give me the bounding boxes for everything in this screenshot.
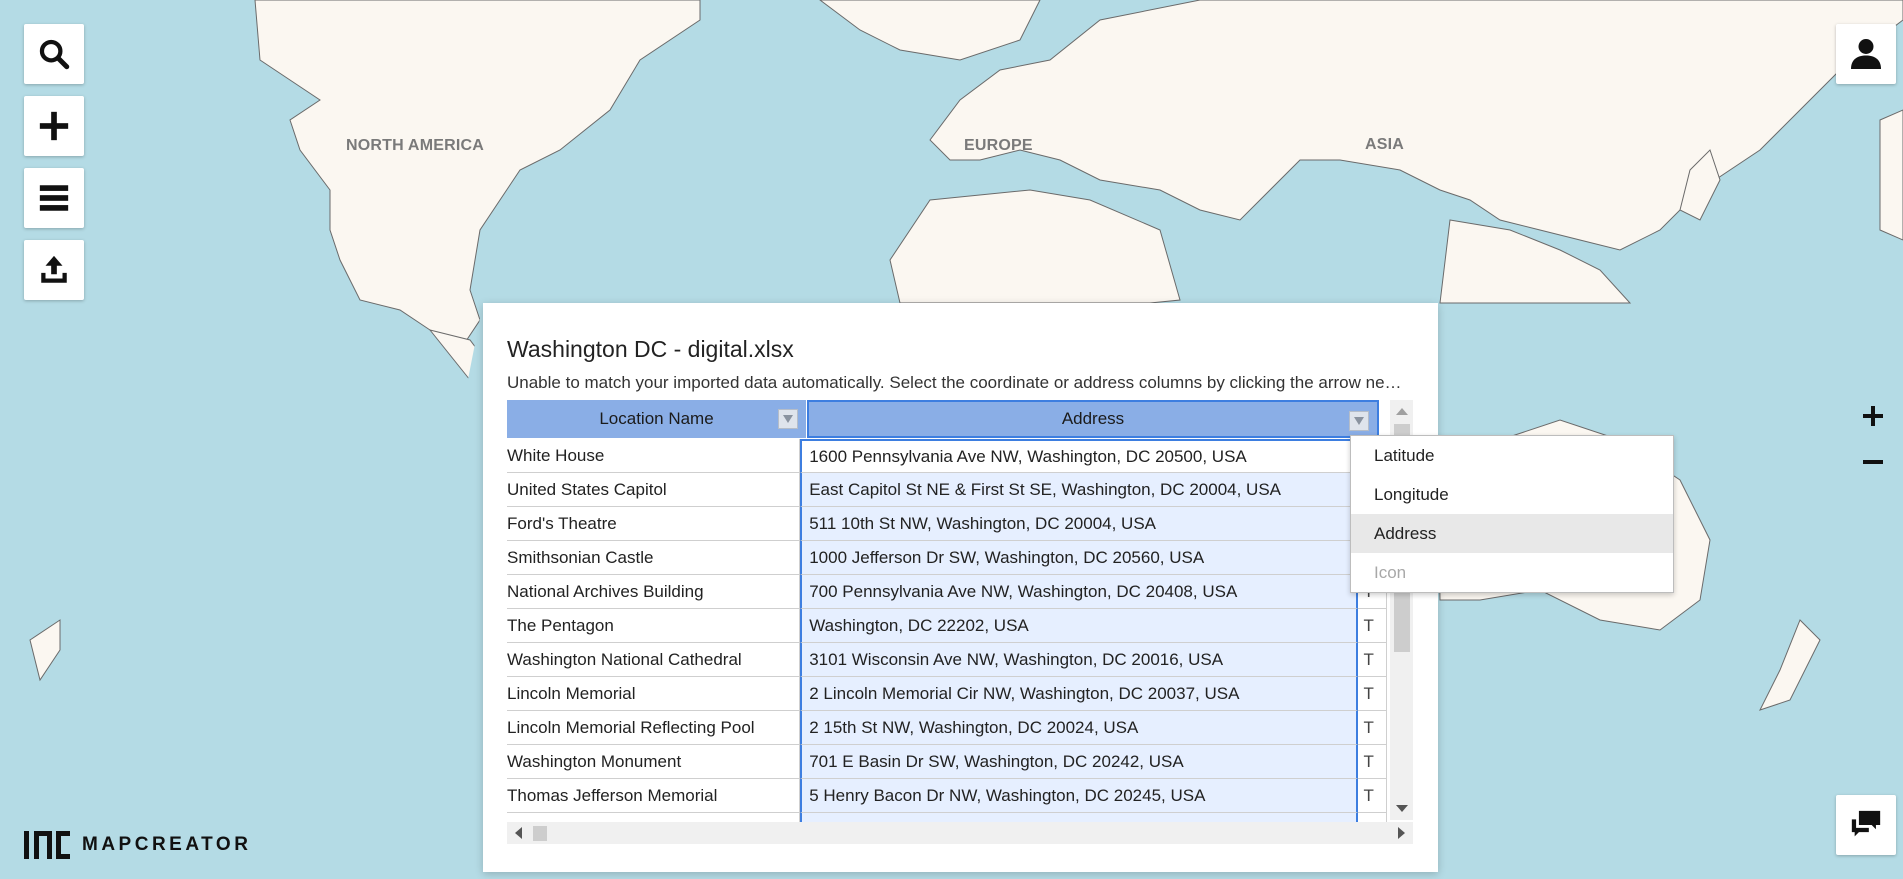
- cell-address[interactable]: 1000 Jefferson Dr SW, Washington, DC 205…: [800, 541, 1358, 575]
- table-row[interactable]: Lincoln Memorial Reflecting Pool 2 15th …: [507, 711, 1388, 745]
- cell-address[interactable]: 511 10th St NW, Washington, DC 20004, US…: [800, 507, 1358, 541]
- menu-item-latitude[interactable]: Latitude: [1351, 436, 1673, 475]
- column-header-label: Address: [1061, 409, 1125, 428]
- layers-icon: [39, 185, 69, 211]
- layers-button[interactable]: [24, 168, 84, 228]
- cell-location-name[interactable]: Washington National Cathedral: [507, 643, 801, 677]
- column-type-menu: Latitude Longitude Address Icon: [1350, 435, 1674, 593]
- zoom-out-button[interactable]: [1858, 447, 1888, 477]
- cell-location-name[interactable]: Lincoln Memorial: [507, 677, 801, 711]
- table-row[interactable]: Washington National Cathedral 3101 Wisco…: [507, 643, 1388, 677]
- cell-address[interactable]: 5 Henry Bacon Dr NW, Washington, DC 2024…: [800, 779, 1358, 813]
- table-row[interactable]: National Archives Building 700 Pennsylva…: [507, 575, 1388, 609]
- cell-location-name[interactable]: Ford's Theatre: [507, 507, 801, 541]
- table-row[interactable]: Smithsonian Castle 1000 Jefferson Dr SW,…: [507, 541, 1388, 575]
- cell-location-name[interactable]: United States Capitol: [507, 473, 801, 507]
- cell-address[interactable]: East Capitol St NE & First St SE, Washin…: [800, 473, 1358, 507]
- cell-location-name[interactable]: Thomas Jefferson Memorial: [507, 779, 801, 813]
- table-row[interactable]: Ford's Theatre 511 10th St NW, Washingto…: [507, 507, 1388, 541]
- mapcreator-logo-icon: [24, 831, 70, 859]
- continent-label: EUROPE: [964, 137, 1033, 154]
- cell-address[interactable]: 2 15th St NW, Washington, DC 20024, USA: [800, 711, 1358, 745]
- cell-location-name[interactable]: White House: [507, 439, 801, 473]
- cell-extra[interactable]: T: [1357, 711, 1388, 745]
- chat-button[interactable]: [1836, 795, 1896, 855]
- scroll-down-arrow-icon[interactable]: [1396, 805, 1408, 812]
- cell-address[interactable]: Washington, DC 22202, USA: [800, 609, 1358, 643]
- column-header-label: Location Name: [599, 409, 714, 428]
- plus-icon: [1863, 406, 1883, 426]
- scroll-up-arrow-icon[interactable]: [1396, 408, 1408, 415]
- plus-icon: [39, 111, 69, 141]
- cell-address[interactable]: 701 E Basin Dr SW, Washington, DC 20242,…: [800, 745, 1358, 779]
- cell-location-name[interactable]: Lincoln Memorial Reflecting Pool: [507, 711, 801, 745]
- continent-label: ASIA: [1365, 136, 1405, 153]
- cell-address[interactable]: 1600 Pennsylvania Ave NW, Washington, DC…: [800, 439, 1358, 473]
- table-row[interactable]: Thomas Jefferson Memorial 5 Henry Bacon …: [507, 779, 1388, 813]
- dialog-message: Unable to match your imported data autom…: [507, 373, 1407, 392]
- column-header-location-name[interactable]: Location Name: [507, 400, 807, 438]
- menu-item-longitude[interactable]: Longitude: [1351, 475, 1673, 514]
- column-menu-button[interactable]: [1349, 411, 1369, 431]
- cell-address[interactable]: 3101 Wisconsin Ave NW, Washington, DC 20…: [800, 643, 1358, 677]
- data-grid[interactable]: Location Name Address White House 1600 P…: [507, 400, 1412, 825]
- column-header-address[interactable]: Address: [807, 400, 1379, 438]
- cell-location-name[interactable]: Washington Monument: [507, 745, 801, 779]
- import-dialog: Washington DC - digital.xlsx Unable to m…: [483, 303, 1438, 872]
- brand-name: MAPCREATOR: [82, 834, 252, 855]
- cell-address[interactable]: 700 Pennsylvania Ave NW, Washington, DC …: [800, 575, 1358, 609]
- account-button[interactable]: [1836, 24, 1896, 84]
- grid-header: Location Name Address: [507, 400, 1379, 438]
- upload-icon: [41, 255, 67, 283]
- menu-item-icon: Icon: [1374, 562, 1407, 582]
- cell-extra[interactable]: T: [1357, 745, 1388, 779]
- add-button[interactable]: [24, 96, 84, 156]
- table-row[interactable]: United States Capitol East Capitol St NE…: [507, 473, 1388, 507]
- table-row[interactable]: The Pentagon Washington, DC 22202, USA T: [507, 609, 1388, 643]
- cell-location-name[interactable]: The Pentagon: [507, 609, 801, 643]
- chat-icon: [1851, 810, 1881, 837]
- scroll-thumb[interactable]: [533, 826, 547, 841]
- cell-address[interactable]: 2 Lincoln Memorial Cir NW, Washington, D…: [800, 677, 1358, 711]
- scroll-right-arrow-icon[interactable]: [1398, 827, 1405, 839]
- cell-location-name[interactable]: National Archives Building: [507, 575, 801, 609]
- menu-item-address[interactable]: Address: [1351, 514, 1673, 553]
- minus-icon: [1863, 460, 1883, 464]
- grid-body: White House 1600 Pennsylvania Ave NW, Wa…: [507, 439, 1388, 825]
- zoom-in-button[interactable]: [1858, 401, 1888, 431]
- user-icon: [1851, 39, 1881, 69]
- cell-extra[interactable]: T: [1357, 643, 1388, 677]
- cell-extra[interactable]: T: [1357, 677, 1388, 711]
- table-row[interactable]: White House 1600 Pennsylvania Ave NW, Wa…: [507, 439, 1388, 473]
- table-row[interactable]: Lincoln Memorial 2 Lincoln Memorial Cir …: [507, 677, 1388, 711]
- continent-label: NORTH AMERICA: [346, 137, 484, 154]
- dialog-title: Washington DC - digital.xlsx: [507, 336, 794, 362]
- cell-extra[interactable]: T: [1357, 609, 1388, 643]
- column-menu-button[interactable]: [778, 409, 798, 429]
- upload-button[interactable]: [24, 240, 84, 300]
- horizontal-scrollbar[interactable]: [507, 822, 1413, 844]
- table-row[interactable]: Washington Monument 701 E Basin Dr SW, W…: [507, 745, 1388, 779]
- caret-down-icon: [783, 415, 793, 423]
- brand-logo: MAPCREATOR: [24, 830, 251, 860]
- cell-extra[interactable]: T: [1357, 779, 1388, 813]
- scroll-left-arrow-icon[interactable]: [515, 827, 522, 839]
- search-button[interactable]: [24, 24, 84, 84]
- cell-location-name[interactable]: Smithsonian Castle: [507, 541, 801, 575]
- caret-down-icon: [1354, 417, 1364, 425]
- search-icon: [39, 39, 70, 70]
